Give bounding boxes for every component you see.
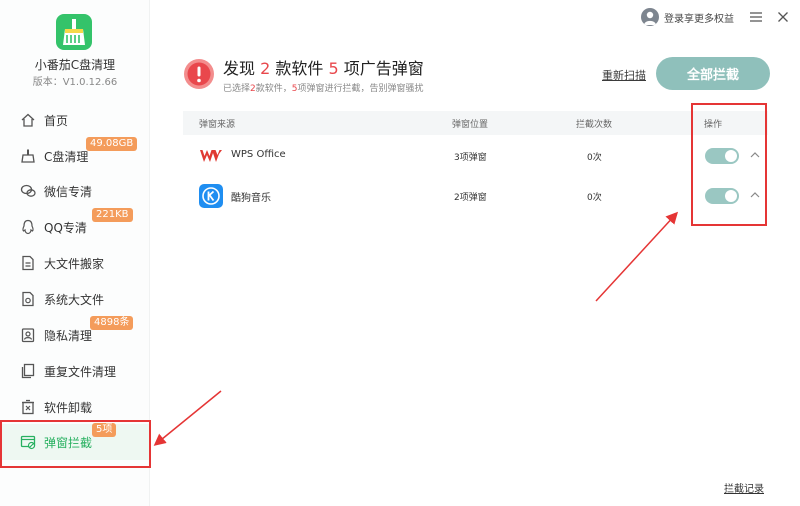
qq-icon xyxy=(22,219,34,235)
title-bar: 登录享更多权益 xyxy=(641,8,788,26)
page-subtitle: 已选择2款软件，5项弹窗进行拦截，告别弹窗骚扰 xyxy=(223,81,424,94)
home-icon xyxy=(21,113,35,127)
title-text: 发现 xyxy=(223,59,256,78)
system-file-icon xyxy=(22,291,34,307)
count-badge: 4898条 xyxy=(90,316,134,330)
block-records-link[interactable]: 拦截记录 xyxy=(724,480,764,495)
block-all-button[interactable]: 全部拦截 xyxy=(656,57,770,90)
popup-position: 3项弹窗 xyxy=(454,153,487,163)
software-count: 2 xyxy=(260,59,271,78)
table-row: WPS Office 3项弹窗 0次 xyxy=(183,136,768,176)
sidebar-item-qq[interactable]: QQ专清 221KB xyxy=(0,208,150,245)
avatar[interactable] xyxy=(641,8,659,26)
sidebar-item-label: C盘清理 xyxy=(44,149,89,164)
annotation-box xyxy=(0,420,151,468)
app-name: 酷狗音乐 xyxy=(231,193,271,204)
privacy-icon xyxy=(21,328,35,343)
wps-icon xyxy=(200,150,222,162)
sidebar-item-label: 微信专清 xyxy=(44,184,93,199)
sidebar-item-label: 首页 xyxy=(44,113,69,128)
app-name: WPS Office xyxy=(231,149,286,160)
close-icon[interactable] xyxy=(778,12,788,22)
table-header: 弹窗来源 弹窗位置 拦截次数 操作 xyxy=(183,111,768,135)
size-badge: 49.08GB xyxy=(86,137,138,151)
sidebar-item-c-clean[interactable]: C盘清理 49.08GB xyxy=(0,137,150,174)
size-badge: 221KB xyxy=(92,208,133,222)
page-title: 发现 2 款软件 5 项广告弹窗 xyxy=(223,55,424,79)
popup-position: 2项弹窗 xyxy=(454,193,487,203)
file-move-icon xyxy=(22,255,34,271)
app-name: 小番茄C盘清理 xyxy=(34,58,116,72)
subtitle-text: 项弹窗进行拦截，告别弹窗骚扰 xyxy=(297,84,424,94)
block-count: 0次 xyxy=(587,153,602,163)
popup-count: 5 xyxy=(328,59,339,78)
column-header: 弹窗位置 xyxy=(452,120,489,130)
user-icon xyxy=(644,11,656,25)
sidebar-item-wechat[interactable]: 微信专清 xyxy=(0,173,150,209)
app-version: 版本：V1.0.12.66 xyxy=(32,77,118,88)
sidebar-item-home[interactable]: 首页 xyxy=(0,102,150,138)
app-logo xyxy=(56,14,92,50)
title-text: 款软件 xyxy=(275,59,324,78)
table-row: 酷狗音乐 2项弹窗 0次 xyxy=(183,176,768,216)
annotation-arrow xyxy=(595,211,679,302)
menu-icon[interactable] xyxy=(750,12,762,22)
sidebar-item-label: QQ专清 xyxy=(44,220,87,235)
annotation-box xyxy=(691,103,767,226)
broom-logo-icon xyxy=(63,19,85,45)
sidebar-item-duplicate-file[interactable]: 重复文件清理 xyxy=(0,353,150,389)
sidebar-item-label: 重复文件清理 xyxy=(44,364,117,379)
kugou-icon xyxy=(199,184,223,208)
duplicate-file-icon xyxy=(21,363,35,379)
title-text: 项广告弹窗 xyxy=(343,59,424,78)
block-count: 0次 xyxy=(587,193,602,203)
wechat-icon xyxy=(20,184,36,197)
alert-icon xyxy=(184,59,214,89)
broom-icon xyxy=(21,149,35,163)
subtitle-text: 已选择 xyxy=(223,84,251,94)
column-header: 拦截次数 xyxy=(576,120,613,130)
sidebar-item-label: 隐私清理 xyxy=(44,328,93,343)
subtitle-text: 款软件， xyxy=(255,84,292,94)
sidebar-item-label: 大文件搬家 xyxy=(44,256,105,271)
annotation-arrow xyxy=(153,390,222,446)
sidebar-item-label: 软件卸载 xyxy=(44,400,93,415)
login-link[interactable]: 登录享更多权益 xyxy=(664,10,734,25)
sidebar-item-system-file[interactable]: 系统大文件 xyxy=(0,281,150,317)
uninstall-icon xyxy=(22,399,34,415)
sidebar-item-privacy[interactable]: 隐私清理 4898条 xyxy=(0,316,150,353)
sidebar-item-label: 系统大文件 xyxy=(44,292,105,307)
rescan-link[interactable]: 重新扫描 xyxy=(602,67,646,83)
column-header: 弹窗来源 xyxy=(199,120,236,130)
sidebar-item-file-move[interactable]: 大文件搬家 xyxy=(0,245,150,281)
